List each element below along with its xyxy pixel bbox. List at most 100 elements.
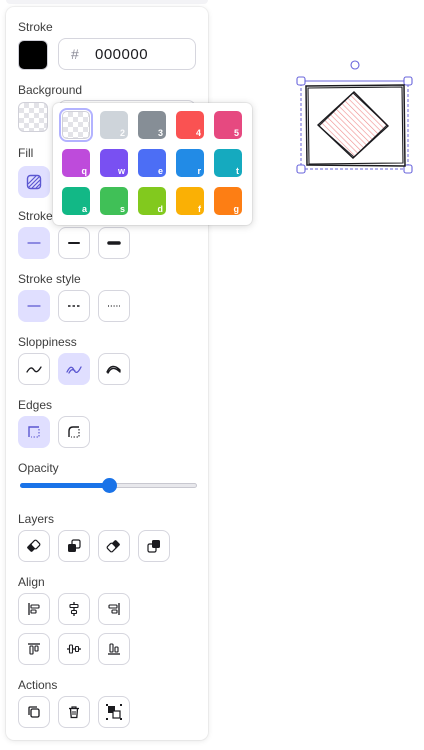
sharp-edges-icon: [28, 426, 40, 438]
link-button[interactable]: [98, 696, 130, 728]
palette-shortcut-key: t: [236, 166, 239, 176]
hash-prefix: #: [71, 46, 79, 62]
hachure-fill-icon: [26, 174, 42, 190]
stroke-style-solid-button[interactable]: [18, 290, 50, 322]
resize-handle-bottom-left[interactable]: [296, 164, 306, 174]
align-horizontal-center-button[interactable]: [58, 593, 90, 625]
cartoonist-icon: [106, 365, 121, 374]
palette-shortcut-key: 4: [195, 128, 201, 138]
palette-color-r[interactable]: r: [176, 149, 204, 177]
palette-color-5[interactable]: 5: [214, 111, 242, 139]
dotted-line-icon: [108, 305, 120, 307]
align-vertical-center-icon: [67, 644, 81, 654]
palette-shortcut-key: w: [117, 166, 125, 176]
palette-color-transparent[interactable]: [59, 108, 93, 142]
palette-shortcut-key: a: [81, 204, 87, 214]
sloppiness-architect-button[interactable]: [18, 353, 50, 385]
send-to-back-button[interactable]: [18, 530, 50, 562]
stroke-hex-field[interactable]: #: [58, 38, 196, 70]
palette-color-4[interactable]: 4: [176, 111, 204, 139]
solid-line-icon: [27, 305, 41, 307]
layers-label: Layers: [18, 512, 55, 526]
duplicate-button[interactable]: [18, 696, 50, 728]
stroke-width-thin-button[interactable]: [18, 227, 50, 259]
palette-shortcut-key: d: [157, 204, 164, 214]
align-top-icon: [28, 643, 40, 655]
palette-color-w[interactable]: w: [100, 149, 128, 177]
bring-forward-button[interactable]: [98, 530, 130, 562]
align-bottom-button[interactable]: [98, 633, 130, 665]
stroke-color-swatch[interactable]: [18, 40, 48, 70]
palette-shortcut-key: f: [198, 204, 201, 214]
actions-label: Actions: [18, 678, 58, 692]
opacity-slider-fill: [20, 483, 109, 488]
align-right-icon: [108, 603, 120, 615]
palette-color-a[interactable]: a: [62, 187, 90, 215]
align-bottom-icon: [108, 643, 120, 655]
opacity-slider-thumb[interactable]: [101, 478, 117, 493]
color-picker-popup: 2 3 4 5 q w e r t a s d f g: [53, 103, 252, 225]
duplicate-icon: [28, 706, 40, 718]
fill-hachure-button[interactable]: [18, 166, 50, 198]
align-left-button[interactable]: [18, 593, 50, 625]
sloppiness-cartoonist-button[interactable]: [98, 353, 130, 385]
palette-color-d[interactable]: d: [138, 187, 166, 215]
palette-shortcut-key: 2: [119, 128, 125, 138]
rotation-handle[interactable]: [350, 60, 360, 70]
send-to-back-icon: [27, 539, 41, 552]
top-strip: [6, 0, 208, 4]
align-left-icon: [28, 603, 40, 615]
palette-color-g[interactable]: g: [214, 187, 242, 215]
round-edges-icon: [68, 426, 80, 438]
palette-color-f[interactable]: f: [176, 187, 204, 215]
stroke-style-label: Stroke style: [18, 272, 81, 286]
palette-color-t[interactable]: t: [214, 149, 242, 177]
delete-button[interactable]: [58, 696, 90, 728]
align-horizontal-center-icon: [69, 602, 79, 616]
sloppiness-label: Sloppiness: [18, 335, 77, 349]
palette-color-2[interactable]: 2: [100, 111, 128, 139]
palette-shortcut-key: 3: [157, 128, 163, 138]
edges-round-button[interactable]: [58, 416, 90, 448]
opacity-label: Opacity: [18, 461, 59, 475]
thin-line-icon: [27, 242, 41, 244]
fill-label: Fill: [18, 146, 34, 160]
edges-label: Edges: [18, 398, 53, 412]
background-label: Background: [18, 83, 83, 97]
stroke-hex-input[interactable]: [93, 44, 187, 64]
sloppiness-artist-button[interactable]: [58, 353, 90, 385]
palette-color-3[interactable]: 3: [138, 111, 166, 139]
artist-icon: [66, 366, 82, 374]
palette-shortcut-key: s: [119, 204, 125, 214]
align-right-button[interactable]: [98, 593, 130, 625]
palette-color-s[interactable]: s: [100, 187, 128, 215]
background-color-swatch[interactable]: [18, 102, 48, 132]
extra-bold-line-icon: [107, 241, 121, 245]
bold-line-icon: [68, 242, 80, 244]
stroke-label: Stroke: [18, 20, 53, 34]
align-vertical-center-button[interactable]: [58, 633, 90, 665]
align-label: Align: [18, 575, 45, 589]
palette-shortcut-key: e: [157, 166, 163, 176]
resize-handle-top-left[interactable]: [296, 76, 306, 86]
palette-color-q[interactable]: q: [62, 149, 90, 177]
dashed-line-icon: [68, 305, 80, 307]
send-backward-icon: [68, 539, 81, 552]
stroke-width-bold-button[interactable]: [58, 227, 90, 259]
stroke-style-dotted-button[interactable]: [98, 290, 130, 322]
send-backward-button[interactable]: [58, 530, 90, 562]
palette-shortcut-key: 5: [233, 128, 239, 138]
stroke-width-extrabold-button[interactable]: [98, 227, 130, 259]
palette-shortcut-key: q: [81, 166, 88, 176]
palette-color-e[interactable]: e: [138, 149, 166, 177]
edges-sharp-button[interactable]: [18, 416, 50, 448]
stroke-style-dashed-button[interactable]: [58, 290, 90, 322]
bring-to-front-button[interactable]: [138, 530, 170, 562]
architect-icon: [26, 366, 42, 373]
resize-handle-top-right[interactable]: [403, 76, 413, 86]
diamond-shape: [316, 91, 390, 159]
delete-icon: [69, 706, 79, 719]
selected-shape[interactable]: [296, 58, 416, 176]
align-top-button[interactable]: [18, 633, 50, 665]
link-icon: [106, 704, 122, 720]
